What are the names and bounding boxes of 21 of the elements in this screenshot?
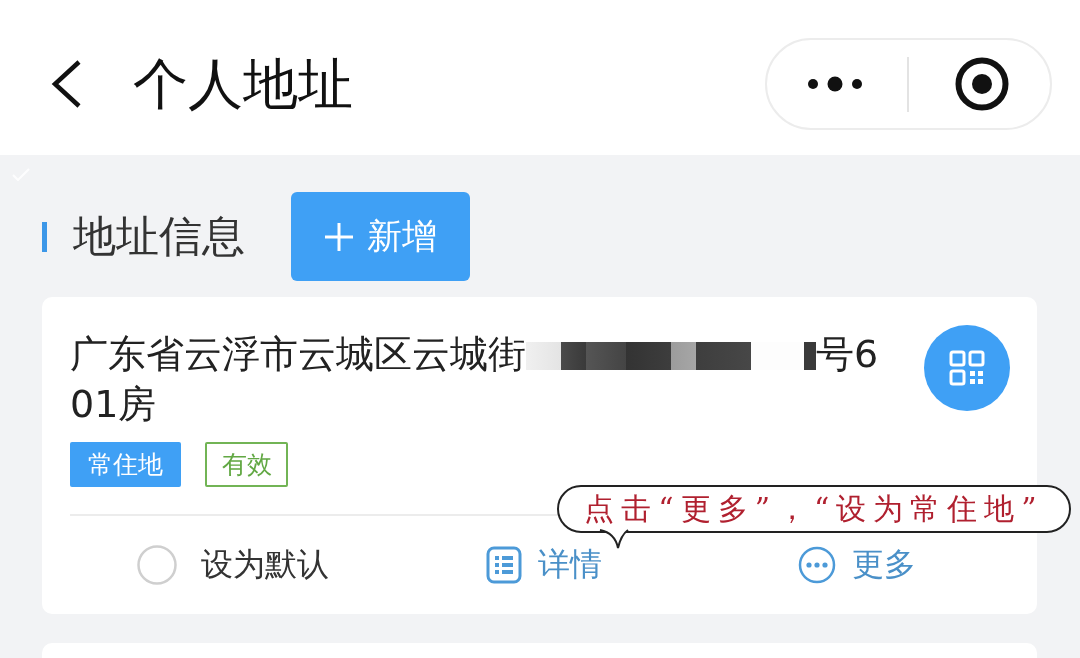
qr-code-icon bbox=[949, 350, 985, 386]
more-icon bbox=[798, 546, 837, 584]
add-button[interactable]: 新增 bbox=[291, 192, 470, 281]
section-marker bbox=[42, 221, 47, 252]
status-tag: 有效 bbox=[205, 442, 288, 487]
plus-icon bbox=[324, 222, 353, 251]
bubble-tail-icon bbox=[599, 529, 629, 549]
list-icon bbox=[486, 546, 522, 584]
address-text: 广东省云浮市云城区云城街 bbox=[70, 332, 526, 376]
more-icon[interactable] bbox=[808, 76, 862, 92]
set-default-button[interactable]: 设为默认 bbox=[136, 543, 329, 587]
more-button[interactable]: 更多 bbox=[798, 543, 917, 587]
back-icon[interactable] bbox=[50, 59, 82, 109]
details-button[interactable]: 详情 bbox=[486, 543, 602, 587]
section-title: 地址信息 bbox=[73, 209, 246, 263]
target-icon[interactable] bbox=[954, 56, 1010, 112]
address-text: 号6 bbox=[816, 332, 879, 376]
address-text: 01房 bbox=[70, 382, 157, 426]
page-title: 个人地址 bbox=[133, 53, 353, 115]
residence-tag: 常住地 bbox=[70, 442, 181, 487]
radio-button[interactable] bbox=[136, 545, 177, 585]
